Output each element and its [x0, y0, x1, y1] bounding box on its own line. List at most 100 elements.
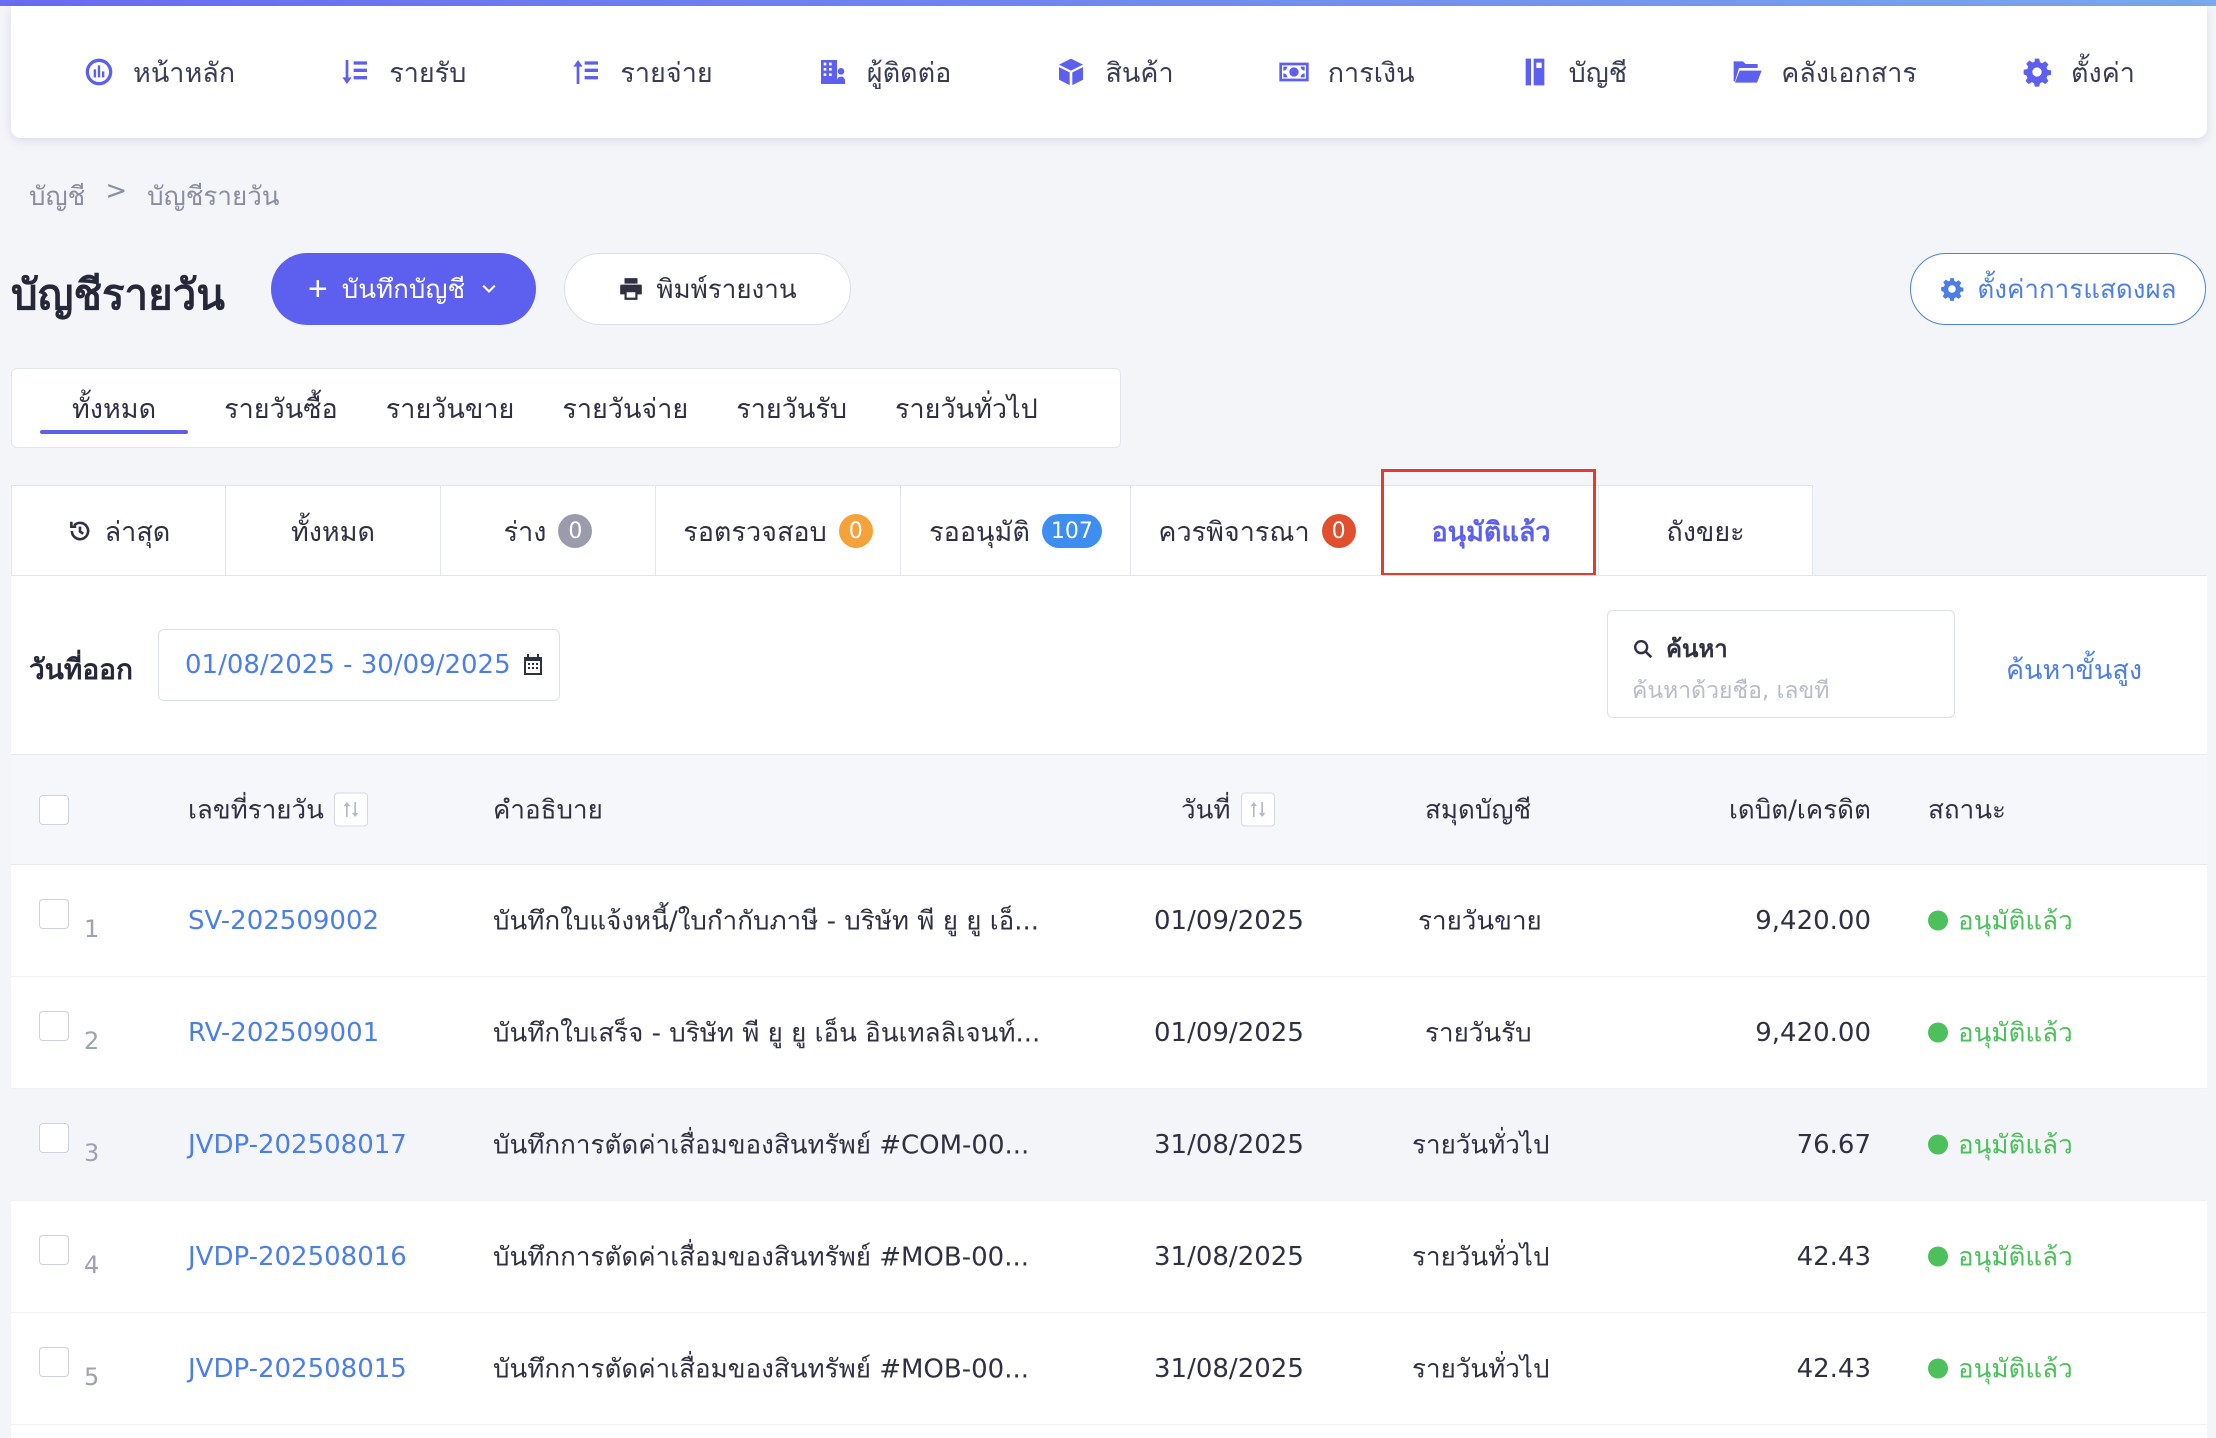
journal-type-tabs: ทั้งหมด รายวันซื้อ รายวันขาย รายวันจ่าย …: [11, 368, 1121, 448]
header-date[interactable]: วันที่: [1181, 789, 1275, 830]
nav-item-products[interactable]: สินค้า: [1055, 51, 1174, 94]
header-amount: เดบิต/เครดิต: [1729, 795, 1871, 825]
tab-journal-general[interactable]: รายวันทั่วไป: [871, 368, 1062, 448]
count-badge: 107: [1041, 514, 1102, 548]
description-cell: บันทึกใบแจ้งหนี้/ใบกำกับภาษี - บริษัท พี…: [493, 906, 1039, 936]
journal-number-link[interactable]: SV-202509002: [188, 906, 379, 936]
row-index: 2: [84, 1027, 100, 1055]
tab-journal-receipt[interactable]: รายวันรับ: [712, 368, 871, 448]
tab-label: รออนุมัติ: [929, 516, 1030, 548]
breadcrumb: บัญชี > บัญชีรายวัน: [29, 176, 280, 217]
row-checkbox[interactable]: [39, 1347, 69, 1377]
status-dot: [1928, 1358, 1948, 1379]
breadcrumb-current: บัญชีรายวัน: [147, 182, 280, 212]
description-cell: บันทึกใบเสร็จ - บริษัท พี ยู ยู เอ็น อิน…: [493, 1018, 1041, 1048]
table-row[interactable]: 1 SV-202509002 บันทึกใบแจ้งหนี้/ใบกำกับภ…: [11, 865, 2207, 977]
nav-label: สินค้า: [1105, 57, 1174, 89]
page-title: บัญชีรายวัน: [11, 270, 225, 319]
print-report-label: พิมพ์รายงาน: [656, 273, 797, 304]
contacts-icon: [820, 60, 845, 84]
status-badge: อนุมัติแล้ว: [1928, 900, 2073, 941]
row-checkbox[interactable]: [39, 1123, 69, 1153]
ledger-book-icon: [1525, 58, 1544, 86]
nav-item-finance[interactable]: การเงิน: [1278, 51, 1415, 94]
nav-item-accounting[interactable]: บัญชี: [1519, 51, 1627, 94]
tab-journal-purchase[interactable]: รายวันซื้อ: [200, 368, 362, 448]
breadcrumb-separator: >: [105, 176, 128, 206]
tab-label: ล่าสุด: [104, 516, 171, 548]
search-icon: [1634, 639, 1653, 658]
sort-icon[interactable]: [1240, 792, 1275, 827]
tab-label: ถังขยะ: [1666, 516, 1745, 548]
advanced-search-link[interactable]: ค้นหาขั้นสูง: [2006, 648, 2142, 691]
tab-status-review[interactable]: รอตรวจสอบ 0: [655, 485, 901, 576]
display-settings-label: ตั้งค่าการแสดงผล: [1977, 273, 2177, 304]
income-icon: [342, 60, 368, 84]
active-tab-highlight: [1381, 469, 1596, 576]
nav-label: การเงิน: [1327, 57, 1415, 89]
nav-item-expense[interactable]: รายจ่าย: [570, 51, 713, 94]
date-cell: 01/09/2025: [1154, 905, 1304, 936]
status-label: อนุมัติแล้ว: [1958, 1130, 2073, 1160]
search-box: ค้นหา: [1607, 610, 1955, 718]
record-journal-label: บันทึกบัญชี: [341, 273, 466, 304]
status-dot: [1928, 1022, 1948, 1043]
table-header: เลขที่รายวัน คำอธิบาย วันที่ สมุดบัญชี เ…: [11, 754, 2207, 865]
breadcrumb-root[interactable]: บัญชี: [29, 176, 85, 217]
nav-item-documents[interactable]: คลังเอกสาร: [1731, 51, 1917, 94]
date-range-input[interactable]: 01/08/2025 - 30/09/2025: [158, 629, 560, 701]
nav-label: ผู้ติดต่อ: [866, 57, 952, 89]
journal-number-link[interactable]: JVDP-202508016: [188, 1242, 407, 1272]
tab-journal-payment[interactable]: รายวันจ่าย: [538, 368, 712, 448]
amount-cell: 9,420.00: [1755, 905, 1871, 936]
nav-item-settings[interactable]: ตั้งค่า: [2021, 51, 2135, 94]
row-checkbox[interactable]: [39, 1235, 69, 1265]
search-label: ค้นหา: [1666, 635, 1728, 663]
book-cell: รายวันขาย: [1418, 906, 1542, 936]
table-row[interactable]: 5 JVDP-202508015 บันทึกการตัดค่าเสื่อมขอ…: [11, 1313, 2207, 1425]
nav-item-contacts[interactable]: ผู้ติดต่อ: [817, 51, 952, 94]
book-cell: รายวันทั่วไป: [1412, 1130, 1550, 1160]
journal-number-link[interactable]: JVDP-202508015: [188, 1354, 407, 1384]
table-row[interactable]: 2 RV-202509001 บันทึกใบเสร็จ - บริษัท พี…: [11, 977, 2207, 1089]
nav-item-income[interactable]: รายรับ: [339, 51, 466, 94]
tab-journal-all[interactable]: ทั้งหมด: [28, 368, 200, 448]
tab-status-draft[interactable]: ร่าง 0: [440, 485, 656, 576]
table-row[interactable]: 3 JVDP-202508017 บันทึกการตัดค่าเสื่อมขอ…: [11, 1089, 2207, 1201]
date-filter-label: วันที่ออก: [29, 653, 133, 686]
tab-label: ร่าง: [503, 516, 547, 548]
header-journal-number[interactable]: เลขที่รายวัน: [188, 789, 368, 830]
tab-status-consider[interactable]: ควรพิจารณา 0: [1130, 485, 1384, 576]
tab-status-latest[interactable]: ล่าสุด: [11, 485, 226, 576]
display-settings-button[interactable]: ตั้งค่าการแสดงผล: [1910, 253, 2206, 325]
status-label: อนุมัติแล้ว: [1958, 1018, 2073, 1048]
journal-table: เลขที่รายวัน คำอธิบาย วันที่ สมุดบัญชี เ…: [11, 754, 2207, 1425]
print-report-button[interactable]: พิมพ์รายงาน: [564, 253, 851, 325]
tab-status-all[interactable]: ทั้งหมด: [225, 485, 441, 576]
tab-status-trash[interactable]: ถังขยะ: [1598, 485, 1813, 576]
nav-label: รายจ่าย: [620, 57, 713, 89]
tab-journal-sales[interactable]: รายวันขาย: [362, 368, 539, 448]
row-checkbox[interactable]: [39, 1011, 69, 1041]
tab-label: รอตรวจสอบ: [683, 516, 827, 548]
journal-number-link[interactable]: JVDP-202508017: [188, 1130, 407, 1160]
row-checkbox[interactable]: [39, 899, 69, 929]
record-journal-button[interactable]: + บันทึกบัญชี: [271, 253, 536, 325]
amount-cell: 42.43: [1796, 1241, 1871, 1272]
journal-number-link[interactable]: RV-202509001: [188, 1018, 379, 1048]
date-cell: 31/08/2025: [1154, 1353, 1304, 1384]
status-badge: อนุมัติแล้ว: [1928, 1348, 2073, 1389]
description-cell: บันทึกการตัดค่าเสื่อมของสินทรัพย์ #MOB-0…: [493, 1354, 1029, 1384]
book-cell: รายวันทั่วไป: [1412, 1354, 1550, 1384]
count-badge: 0: [558, 514, 593, 548]
tab-status-awaiting-approval[interactable]: รออนุมัติ 107: [900, 485, 1131, 576]
calendar-icon: [523, 654, 542, 675]
select-all-checkbox[interactable]: [39, 795, 69, 825]
money-icon: [1279, 62, 1309, 82]
status-label: อนุมัติแล้ว: [1958, 1354, 2073, 1384]
table-row[interactable]: 4 JVDP-202508016 บันทึกการตัดค่าเสื่อมขอ…: [11, 1201, 2207, 1313]
search-input[interactable]: [1632, 678, 1922, 704]
row-index: 3: [84, 1139, 100, 1167]
nav-item-home[interactable]: หน้าหลัก: [83, 51, 235, 94]
sort-icon[interactable]: [333, 792, 368, 827]
